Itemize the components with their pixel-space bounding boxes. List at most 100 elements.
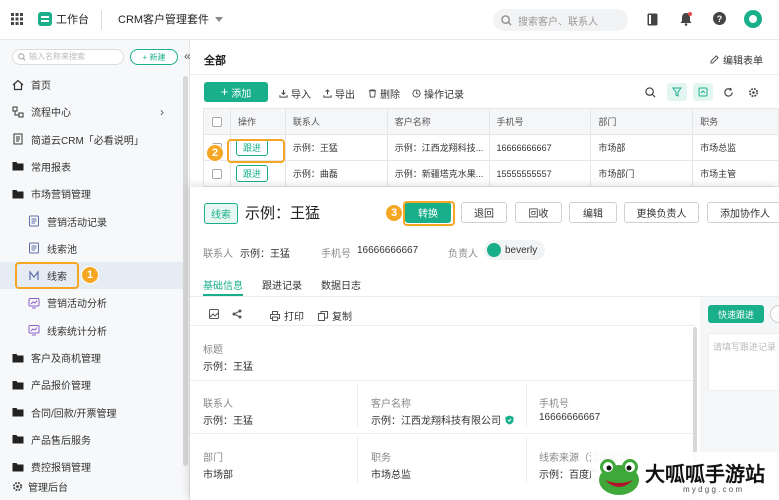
callout-box <box>15 262 79 289</box>
chevron-right-icon: › <box>160 104 164 119</box>
column-header[interactable]: 客户名称 <box>387 109 490 134</box>
sidebar-item[interactable]: 线索池 <box>0 235 184 262</box>
doc-icon <box>12 133 24 145</box>
row-checkbox[interactable] <box>204 161 231 186</box>
view-title[interactable]: 全部 <box>204 52 226 68</box>
sidebar-item[interactable]: 首页 <box>0 71 184 98</box>
cell: 15555555557 <box>490 161 592 186</box>
admin-link[interactable]: 管理后台 <box>12 478 68 494</box>
table-row[interactable]: 跟进 示例：王猛 示例：江西龙翔科技... 16666666667 市场部 市场… <box>204 135 779 161</box>
quick-follow-button[interactable]: 快速跟进 <box>708 305 764 323</box>
cell: 16666666667 <box>490 135 592 160</box>
caret-down-icon <box>215 16 224 22</box>
sidebar-item[interactable]: 产品报价管理 <box>0 371 184 398</box>
sidebar-item-label: 营销活动记录 <box>47 217 107 229</box>
sidebar-item-label: 产品售后服务 <box>31 435 91 447</box>
sidebar-item[interactable]: 线索统计分析 <box>0 317 184 344</box>
add-button[interactable]: + 添加 <box>204 82 268 102</box>
import-button[interactable]: 导入 <box>279 86 311 101</box>
apps-grid-icon[interactable] <box>11 13 23 25</box>
cell: 示例：王猛 <box>286 135 388 160</box>
filter-icon[interactable] <box>667 83 687 101</box>
sidebar-item[interactable]: 营销活动分析 <box>0 289 184 316</box>
follow-up-button[interactable]: 跟进 <box>235 165 268 182</box>
export-button[interactable]: 导出 <box>323 86 355 101</box>
tab-data-log[interactable]: 数据日志 <box>321 277 361 292</box>
column-header[interactable]: 部门 <box>591 109 694 134</box>
sidebar-item[interactable]: 流程中心 › <box>0 98 184 125</box>
search-icon[interactable] <box>645 87 656 98</box>
sidebar-item[interactable]: 客户及商机管理 <box>0 344 184 371</box>
owner-name: beverly <box>505 244 538 256</box>
field-job-value: 市场总监 <box>371 470 411 481</box>
follow-record-input[interactable]: 请填写跟进记录 <box>708 333 779 391</box>
column-divider <box>357 437 358 483</box>
cell: 示例：曲磊 <box>286 161 388 186</box>
import-icon <box>279 89 288 98</box>
column-header[interactable]: 操作 <box>230 109 286 134</box>
sidebar-item-label: 首页 <box>31 81 51 92</box>
folder-icon <box>12 433 24 445</box>
sidebar-item[interactable]: 产品售后服务 <box>0 426 184 453</box>
global-search-placeholder: 搜索客户、联系人 <box>518 16 598 28</box>
cell: 示例：江西龙翔科技... <box>388 135 490 160</box>
help-icon[interactable]: ? <box>713 12 726 25</box>
image-icon[interactable] <box>209 309 219 319</box>
table-header: 操作 联系人 客户名称 手机号 部门 职务 <box>204 109 779 135</box>
share-icon[interactable] <box>232 309 242 319</box>
column-header[interactable]: 职务 <box>693 109 779 134</box>
tab-follow-records[interactable]: 跟进记录 <box>262 277 302 292</box>
return-button[interactable]: 退回 <box>461 202 507 223</box>
owner-avatar <box>487 243 501 257</box>
sidebar-item[interactable]: 费控报销管理 <box>0 453 184 480</box>
column-header[interactable]: 手机号 <box>489 109 592 134</box>
add-collaborator-button[interactable]: 添加协作人 <box>707 202 779 223</box>
operation-log-button[interactable]: 操作记录 <box>412 86 464 101</box>
callout-box <box>403 201 455 226</box>
column-header[interactable]: 联系人 <box>285 109 388 134</box>
tab-basic-info[interactable]: 基础信息 <box>203 277 243 292</box>
bell-icon[interactable] <box>680 12 692 26</box>
workbench-link[interactable]: 工作台 <box>38 11 89 27</box>
user-avatar[interactable] <box>744 10 762 28</box>
sidebar-scrollbar[interactable] <box>183 76 188 466</box>
chart-icon <box>28 297 40 309</box>
printer-icon <box>270 310 280 321</box>
select-all-checkbox[interactable] <box>204 109 231 134</box>
print-button[interactable]: 打印 <box>270 308 304 323</box>
book-icon[interactable] <box>647 13 658 26</box>
actions-divider <box>190 325 695 326</box>
sidebar-item[interactable]: 营销活动记录 <box>0 208 184 235</box>
delete-button[interactable]: 删除 <box>368 86 400 101</box>
summary-phone-value: 16666666667 <box>357 245 419 256</box>
refresh-icon[interactable] <box>723 87 734 98</box>
sidebar-item[interactable]: 合同/回款/开票管理 <box>0 399 184 426</box>
settings-icon[interactable] <box>748 87 759 98</box>
trash-icon <box>368 89 377 98</box>
field-customer-label: 客户名称 <box>371 399 411 410</box>
suite-selector[interactable]: CRM客户管理套件 <box>118 11 224 27</box>
checkbox-box <box>211 116 222 127</box>
copy-button[interactable]: 复制 <box>318 308 352 323</box>
edit-form-label: 编辑表单 <box>723 56 763 67</box>
copy-label: 复制 <box>332 312 352 323</box>
recycle-button[interactable]: 回收 <box>515 202 562 223</box>
change-owner-button[interactable]: 更换负责人 <box>624 202 699 223</box>
owner-chip[interactable]: beverly <box>484 240 546 260</box>
callout-number: 1 <box>81 266 99 284</box>
new-button[interactable]: + 新建 <box>130 49 178 65</box>
sidebar-item[interactable]: 常用报表 <box>0 153 184 180</box>
field-customer[interactable]: 示例：江西龙翔科技有限公司 <box>371 412 514 427</box>
sidebar-item[interactable]: 简道云CRM「必看说明」 <box>0 126 184 153</box>
sidebar-search-input[interactable]: 输入名称来搜索 <box>12 49 124 65</box>
view-switch-icon[interactable] <box>693 83 713 101</box>
field-title-label: 标题 <box>203 345 223 356</box>
toggle-switch[interactable] <box>770 305 779 323</box>
table-row[interactable]: 跟进 示例：曲磊 示例：新疆塔克水果... 15555555557 市场部门 市… <box>204 161 779 187</box>
edit-button[interactable]: 编辑 <box>569 202 617 223</box>
sidebar-item-label: 市场营销管理 <box>31 190 91 202</box>
sidebar-item[interactable]: 市场营销管理 <box>0 180 184 207</box>
form-icon <box>28 242 40 254</box>
global-search[interactable]: 搜索客户、联系人 <box>493 9 628 31</box>
edit-form-link[interactable]: 编辑表单 <box>710 52 763 67</box>
